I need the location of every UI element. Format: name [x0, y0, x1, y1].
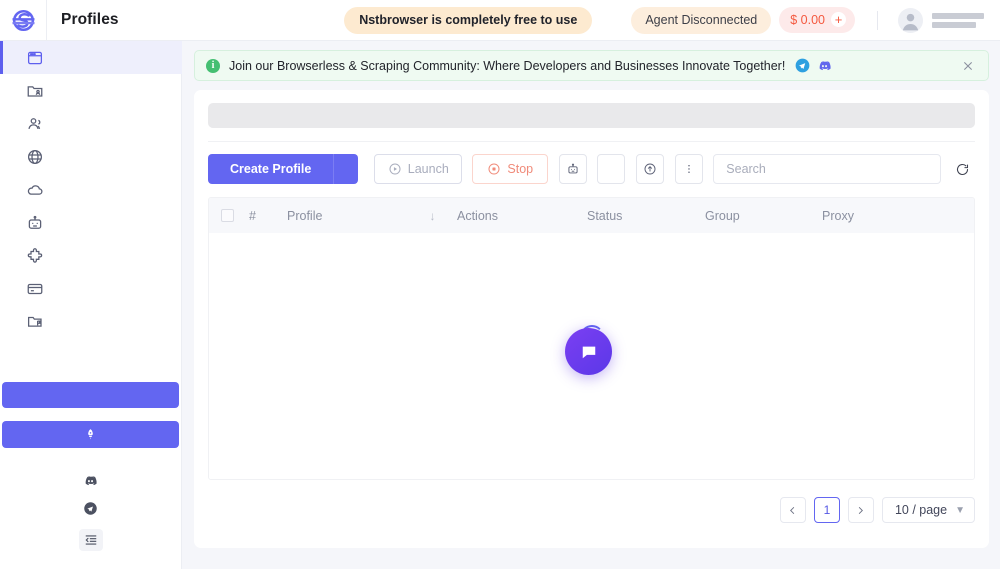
robot-icon — [568, 163, 578, 174]
stop-button[interactable]: Stop — [472, 154, 549, 184]
search-input[interactable] — [726, 162, 928, 176]
import-button[interactable] — [636, 154, 665, 184]
puzzle-icon — [27, 247, 42, 263]
play-circle-icon — [389, 163, 401, 175]
stop-circle-icon — [488, 163, 500, 175]
agent-status-badge[interactable]: Agent Disconnected — [631, 6, 772, 34]
user-avatar-icon — [898, 7, 923, 33]
placeholder-bar — [208, 103, 975, 128]
collapse-sidebar-icon — [85, 535, 96, 545]
robot-icon — [28, 215, 41, 229]
profiles-panel: Create Profile Launch Stop Search # Prof… — [194, 90, 989, 548]
panel-divider — [208, 141, 975, 142]
search-field[interactable] — [713, 154, 941, 184]
column-header-group: Group — [705, 208, 740, 223]
pagination-page-1[interactable]: 1 — [813, 497, 840, 523]
close-icon — [963, 61, 973, 70]
profiles-toolbar: Create Profile Launch Stop — [208, 154, 975, 184]
cloud-icon — [27, 184, 42, 195]
browser-window-icon — [27, 51, 42, 64]
free-promo-pill: Nstbrowser is completely free to use — [344, 6, 593, 34]
rocket-icon — [88, 429, 93, 440]
discord-icon — [85, 475, 97, 485]
pagination: 1 10 / page ▼ — [208, 480, 975, 523]
app-logo[interactable] — [0, 0, 47, 40]
sidebar-item-automation[interactable] — [0, 206, 182, 239]
pagination-next-button[interactable] — [847, 497, 874, 523]
users-icon — [27, 117, 40, 129]
discord-icon[interactable] — [817, 58, 832, 73]
sidebar-item-cloud[interactable] — [0, 173, 182, 206]
column-header-status: Status — [587, 208, 623, 223]
sidebar-item-team[interactable] — [0, 107, 182, 140]
folder-flag-icon — [27, 316, 42, 327]
folder-user-icon — [27, 85, 42, 97]
telegram-link[interactable] — [78, 496, 104, 520]
sidebar — [0, 41, 182, 569]
column-header-proxy: Proxy — [822, 208, 854, 223]
credit-card-icon — [27, 283, 42, 294]
sidebar-item-transfer[interactable] — [0, 305, 182, 338]
sort-desc-arrow-icon[interactable]: ↓ — [429, 209, 435, 223]
main-content: i Join our Browserless & Scraping Commun… — [182, 41, 1000, 569]
refresh-button[interactable] — [949, 156, 975, 182]
header-divider — [877, 10, 878, 30]
sidebar-item-extensions[interactable] — [0, 239, 182, 272]
sidebar-footer — [0, 382, 182, 569]
blank-toolbar-button[interactable] — [597, 154, 626, 184]
community-banner: i Join our Browserless & Scraping Commun… — [194, 50, 989, 81]
create-profile-button[interactable]: Create Profile — [208, 154, 359, 184]
page-title: Profiles — [61, 11, 119, 28]
sidebar-item-billing[interactable] — [0, 272, 182, 305]
globe-icon — [27, 149, 42, 164]
more-vertical-icon — [688, 165, 691, 173]
chevron-right-icon — [859, 506, 864, 514]
info-icon: i — [206, 58, 220, 73]
upgrade-button[interactable] — [2, 421, 179, 448]
collapse-sidebar-button[interactable] — [78, 529, 103, 551]
column-header-num: # — [249, 208, 256, 223]
add-funds-icon[interactable]: + — [831, 12, 846, 27]
chevron-down-icon: ▼ — [955, 504, 965, 516]
table-header-row: # Profile ↓ Actions Status Group Proxy — [209, 198, 974, 233]
avatar[interactable] — [898, 7, 923, 33]
page-size-select[interactable]: 10 / page ▼ — [881, 497, 975, 523]
launch-label: Launch — [407, 162, 449, 176]
close-banner-button[interactable] — [960, 58, 976, 74]
community-banner-text: Join our Browserless & Scraping Communit… — [229, 58, 786, 73]
column-header-profile[interactable]: Profile ↓ — [287, 209, 457, 223]
telegram-icon — [84, 501, 97, 515]
automation-button[interactable] — [559, 154, 588, 184]
launch-button[interactable]: Launch — [374, 154, 463, 184]
nstbrowser-logo-icon — [12, 9, 34, 31]
app-header: Profiles Nstbrowser is completely free t… — [0, 0, 1000, 41]
stop-label: Stop — [507, 162, 534, 176]
username-redacted — [932, 12, 988, 29]
create-profile-dropdown[interactable] — [334, 154, 358, 184]
balance-amount: $ 0.00 — [790, 12, 825, 27]
upload-circle-icon — [644, 163, 656, 175]
pagination-prev-button[interactable] — [779, 497, 806, 523]
page-size-label: 10 / page — [894, 503, 948, 517]
sidebar-item-profiles[interactable] — [0, 41, 182, 74]
chevron-left-icon — [790, 506, 795, 514]
sidebar-item-groups[interactable] — [0, 74, 182, 107]
telegram-icon[interactable] — [795, 58, 810, 73]
sidebar-item-proxies[interactable] — [0, 140, 182, 173]
promo-banner-button[interactable] — [2, 382, 179, 408]
sidebar-nav — [0, 41, 182, 338]
column-header-actions: Actions — [457, 208, 498, 223]
refresh-icon — [956, 163, 968, 175]
community-banner-links — [795, 58, 832, 73]
chat-widget-button[interactable] — [565, 328, 612, 375]
chat-bubble-icon — [582, 346, 595, 358]
balance-badge[interactable]: $ 0.00 + — [779, 7, 855, 33]
discord-link[interactable] — [78, 468, 104, 492]
select-all-checkbox[interactable] — [221, 209, 249, 222]
more-options-button[interactable] — [675, 154, 704, 184]
create-profile-label: Create Profile — [208, 154, 335, 184]
column-header-profile-label: Profile — [287, 208, 323, 223]
